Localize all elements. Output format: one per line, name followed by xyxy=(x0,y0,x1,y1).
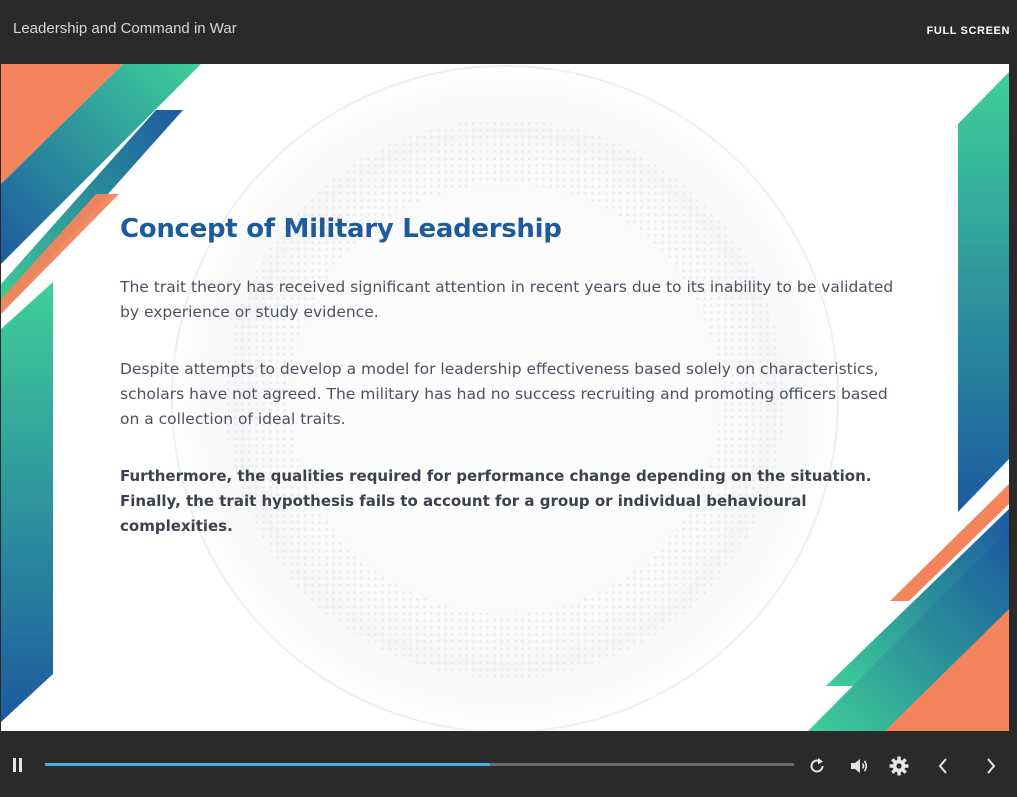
course-title: Leadership and Command in War xyxy=(13,20,237,37)
progress-fill xyxy=(45,763,490,766)
replay-icon xyxy=(810,758,824,773)
pause-button[interactable] xyxy=(9,755,27,775)
top-bar: Leadership and Command in War FULL SCREE… xyxy=(0,0,1017,64)
volume-icon xyxy=(851,759,868,773)
settings-icon xyxy=(889,756,909,776)
settings-button[interactable] xyxy=(887,754,911,778)
paragraph-trait-theory: The trait theory has received significan… xyxy=(120,278,894,321)
previous-button[interactable] xyxy=(932,754,954,778)
next-icon xyxy=(987,758,996,774)
progress-bar[interactable] xyxy=(45,763,794,766)
previous-icon xyxy=(938,758,947,774)
slide: Concept of Military Leadership The trait… xyxy=(1,64,1009,731)
full-screen-button[interactable]: FULL SCREEN xyxy=(927,25,1010,37)
slide-heading: Concept of Military Leadership xyxy=(120,214,562,244)
player-controls xyxy=(0,731,1017,797)
next-button[interactable] xyxy=(980,754,1002,778)
paragraph-situational-qualities: Furthermore, the qualities required for … xyxy=(120,467,872,535)
replay-button[interactable] xyxy=(806,755,828,777)
paragraph-leadership-model: Despite attempts to develop a model for … xyxy=(120,360,888,428)
volume-button[interactable] xyxy=(847,755,871,777)
pause-icon xyxy=(13,758,22,772)
